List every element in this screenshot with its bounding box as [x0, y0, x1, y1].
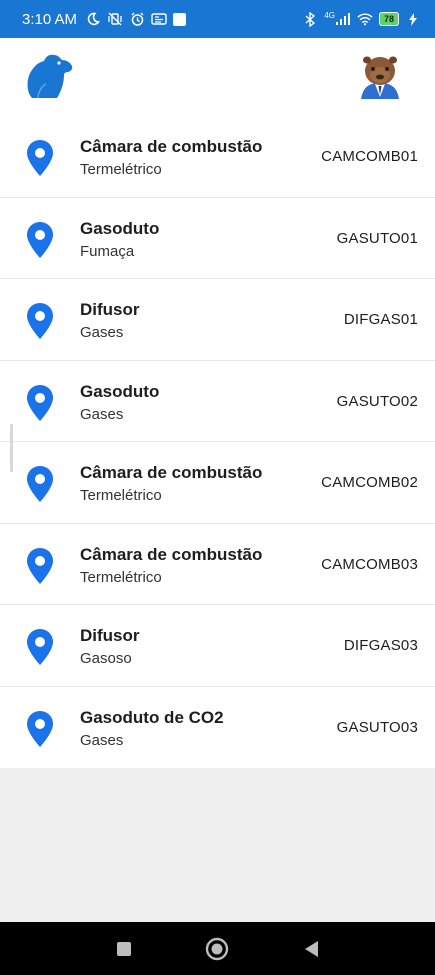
- list-item[interactable]: Câmara de combustão Termelétrico CAMCOMB…: [0, 442, 435, 524]
- item-title: Câmara de combustão: [80, 544, 263, 564]
- recent-apps-square-icon[interactable]: [111, 936, 137, 962]
- item-code: DIFGAS01: [343, 311, 418, 328]
- status-right: 4G 78: [302, 11, 421, 27]
- system-nav-bar: [0, 922, 435, 975]
- list-item[interactable]: Gasoduto Fumaça GASUTO01: [0, 198, 435, 279]
- list-item[interactable]: Difusor Gases DIFGAS01: [0, 279, 435, 361]
- status-left: 3:10 AM: [22, 10, 187, 28]
- location-pin-icon: [24, 546, 56, 586]
- item-subtitle: Termelétrico: [80, 161, 162, 178]
- capybara-logo-icon[interactable]: [24, 52, 76, 102]
- moon-icon: [85, 11, 101, 27]
- item-title: Gasoduto: [80, 381, 160, 401]
- item-title: Câmara de combustão: [80, 137, 263, 156]
- item-title: Gasoduto de CO2: [80, 707, 224, 727]
- location-pin-icon: [24, 301, 56, 341]
- location-pin-icon: [24, 220, 56, 260]
- item-subtitle: Gasoso: [80, 650, 132, 667]
- charging-bolt-icon: [405, 11, 421, 27]
- item-code: GASUTO03: [336, 718, 418, 736]
- battery-icon: 78: [378, 12, 399, 26]
- item-subtitle: Fumaça: [80, 242, 135, 260]
- location-pin-icon: [24, 138, 56, 178]
- item-title: Difusor: [80, 300, 140, 319]
- list-item[interactable]: Câmara de combustão Termelétrico CAMCOMB…: [0, 116, 435, 198]
- list-item[interactable]: Gasoduto Gases GASUTO02: [0, 361, 435, 442]
- item-subtitle: Gases: [80, 731, 124, 749]
- scroll-indicator[interactable]: [10, 424, 13, 472]
- list-item[interactable]: Difusor Gasoso DIFGAS03: [0, 605, 435, 687]
- item-subtitle: Gases: [80, 405, 124, 423]
- location-pin-icon: [24, 464, 56, 504]
- status-bar: 3:10 AM 4G 78: [0, 0, 435, 38]
- item-subtitle: Termelétrico: [80, 487, 162, 504]
- item-code: GASUTO01: [336, 229, 418, 247]
- location-pin-icon: [24, 709, 56, 749]
- item-title: Câmara de combustão: [80, 463, 263, 482]
- list-item[interactable]: Câmara de combustão Termelétrico CAMCOMB…: [0, 524, 435, 605]
- item-code: CAMCOMB03: [321, 555, 418, 573]
- app-header: [0, 38, 435, 116]
- vibrate-off-icon: [107, 11, 123, 27]
- location-pin-icon: [24, 383, 56, 423]
- list-item[interactable]: Gasoduto de CO2 Gases GASUTO03: [0, 687, 435, 769]
- item-title: Difusor: [80, 626, 140, 645]
- back-triangle-icon[interactable]: [299, 936, 325, 962]
- item-code: CAMCOMB01: [321, 148, 418, 165]
- item-title: Gasoduto: [80, 218, 160, 238]
- item-code: DIFGAS03: [343, 637, 418, 654]
- network-type-label: 4G: [324, 10, 335, 20]
- signal-icon: [335, 11, 351, 27]
- status-time: 3:10 AM: [22, 10, 78, 28]
- sim-card-icon: [151, 11, 167, 27]
- alarm-icon: [129, 11, 145, 27]
- bluetooth-icon: [302, 11, 318, 27]
- item-code: GASUTO02: [336, 392, 418, 410]
- equipment-list: Câmara de combustão Termelétrico CAMCOMB…: [0, 116, 435, 768]
- wifi-icon: [357, 11, 373, 27]
- item-subtitle: Termelétrico: [80, 568, 162, 586]
- capybara-avatar-icon[interactable]: [357, 51, 403, 101]
- location-pin-icon: [24, 627, 56, 667]
- notification-square-icon: [173, 12, 187, 26]
- item-subtitle: Gases: [80, 324, 124, 341]
- home-circle-icon[interactable]: [204, 936, 230, 962]
- item-code: CAMCOMB02: [321, 474, 418, 491]
